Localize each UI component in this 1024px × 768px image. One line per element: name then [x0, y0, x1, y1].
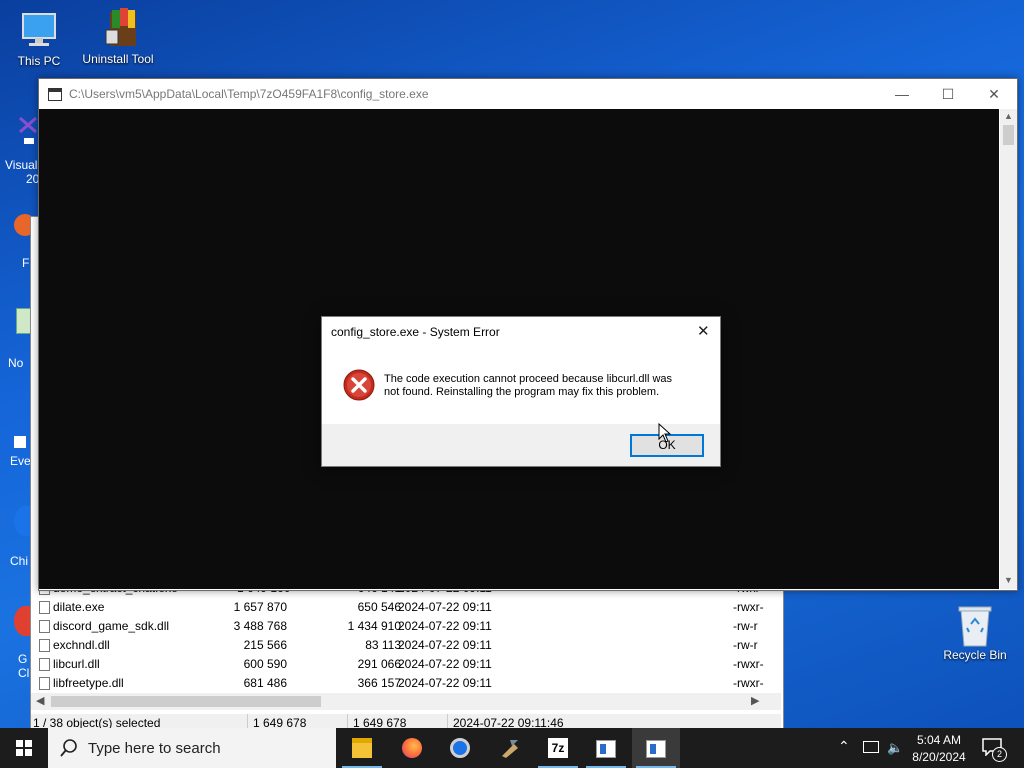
console-title: C:\Users\vm5\AppData\Local\Temp\7zO459FA… — [69, 87, 429, 101]
taskbar-chrome[interactable] — [436, 728, 484, 768]
uninstall-tool-icon — [96, 6, 140, 50]
taskbar-window-2[interactable] — [632, 728, 680, 768]
close-button[interactable]: ✕ — [971, 79, 1017, 109]
file-row[interactable]: dilate.exe 1 657 870 650 546 2024-07-22 … — [37, 598, 777, 617]
file-row[interactable]: discord_game_sdk.dll 3 488 768 1 434 910… — [37, 617, 777, 636]
taskbar: Type here to search 7z ⌃ 🔈 5:04 AM 8/20/… — [0, 728, 1024, 768]
taskbar-file-explorer[interactable] — [338, 728, 386, 768]
7zip-icon: 7z — [548, 738, 568, 758]
vertical-scrollbar[interactable]: ▲ ▼ — [1000, 109, 1017, 589]
shortcut-icon — [14, 436, 26, 448]
file-icon — [39, 658, 50, 671]
dialog-message-line1: The code execution cannot proceed becaus… — [384, 373, 673, 385]
firefox-icon — [402, 738, 422, 758]
dialog-message-line2: not found. Reinstalling the program may … — [384, 386, 660, 398]
visual-studio-icon — [14, 114, 38, 144]
console-titlebar[interactable]: C:\Users\vm5\AppData\Local\Temp\7zO459FA… — [39, 79, 1017, 109]
notification-count-badge: 2 — [992, 747, 1007, 762]
maximize-button[interactable]: ☐ — [925, 79, 971, 109]
taskbar-app[interactable] — [486, 728, 534, 768]
file-row[interactable]: libfreetype.dll 681 486 366 157 2024-07-… — [37, 674, 777, 693]
volume-muted-icon[interactable]: 🔈 — [887, 740, 903, 756]
file-explorer-icon — [352, 738, 372, 758]
show-hidden-icons-chevron-up-icon[interactable]: ⌃ — [838, 738, 850, 755]
file-icon — [39, 677, 50, 690]
file-row[interactable]: exchndl.dll 215 566 83 113 2024-07-22 09… — [37, 636, 777, 655]
scroll-left-icon[interactable]: ◀ — [36, 694, 44, 707]
file-icon — [39, 620, 50, 633]
scrollbar-thumb[interactable] — [1003, 125, 1014, 145]
taskbar-search-box[interactable]: Type here to search — [48, 728, 336, 768]
notification-center-button[interactable]: 2 — [980, 736, 1008, 762]
window-icon — [596, 740, 616, 758]
desktop-icon-label: This PC — [17, 54, 61, 68]
monitor-icon — [17, 8, 61, 52]
desktop-icon-uninstall-tool[interactable]: Uninstall Tool — [79, 6, 157, 66]
desktop-icon-label: Recycle Bin — [943, 648, 1007, 662]
app-icon — [500, 738, 520, 758]
window-icon — [646, 740, 666, 758]
dialog-title: config_store.exe - System Error — [331, 325, 500, 339]
network-icon[interactable] — [863, 741, 879, 753]
taskbar-window-1[interactable] — [582, 728, 630, 768]
desktop-icon-this-pc[interactable]: This PC — [1, 8, 77, 68]
taskbar-7zip[interactable]: 7z — [534, 728, 582, 768]
error-icon — [343, 369, 375, 401]
file-icon — [39, 639, 50, 652]
start-button[interactable] — [0, 728, 48, 768]
minimize-button[interactable]: — — [879, 79, 925, 109]
recycle-bin-icon — [953, 602, 997, 647]
mouse-cursor-icon — [658, 422, 672, 446]
horizontal-scrollbar[interactable]: ◀ ▶ — [31, 693, 781, 710]
desktop-icon-recycle-bin[interactable]: Recycle Bin — [936, 602, 1014, 662]
taskbar-firefox[interactable] — [388, 728, 436, 768]
file-row[interactable]: libcurl.dll 600 590 291 066 2024-07-22 0… — [37, 655, 777, 674]
clock-time: 5:04 AM — [916, 733, 962, 747]
windows-logo-icon — [16, 740, 32, 756]
scrollbar-thumb[interactable] — [51, 696, 321, 707]
file-list[interactable]: demo_extract_chat.exe 1 649 160 646 141 … — [31, 579, 781, 695]
clock[interactable]: 5:04 AM 8/20/2024 — [904, 731, 974, 764]
desktop-icon-label: Uninstall Tool — [82, 52, 154, 66]
search-icon — [60, 739, 77, 757]
file-icon — [39, 601, 50, 614]
clock-date: 8/20/2024 — [912, 750, 966, 764]
search-placeholder: Type here to search — [88, 740, 221, 757]
chrome-icon — [450, 738, 470, 758]
console-app-icon — [48, 88, 62, 101]
scroll-up-icon[interactable]: ▲ — [1004, 111, 1013, 121]
scroll-down-icon[interactable]: ▼ — [1004, 575, 1013, 585]
scroll-right-icon[interactable]: ▶ — [751, 694, 759, 707]
dialog-close-button[interactable]: ✕ — [697, 322, 710, 340]
